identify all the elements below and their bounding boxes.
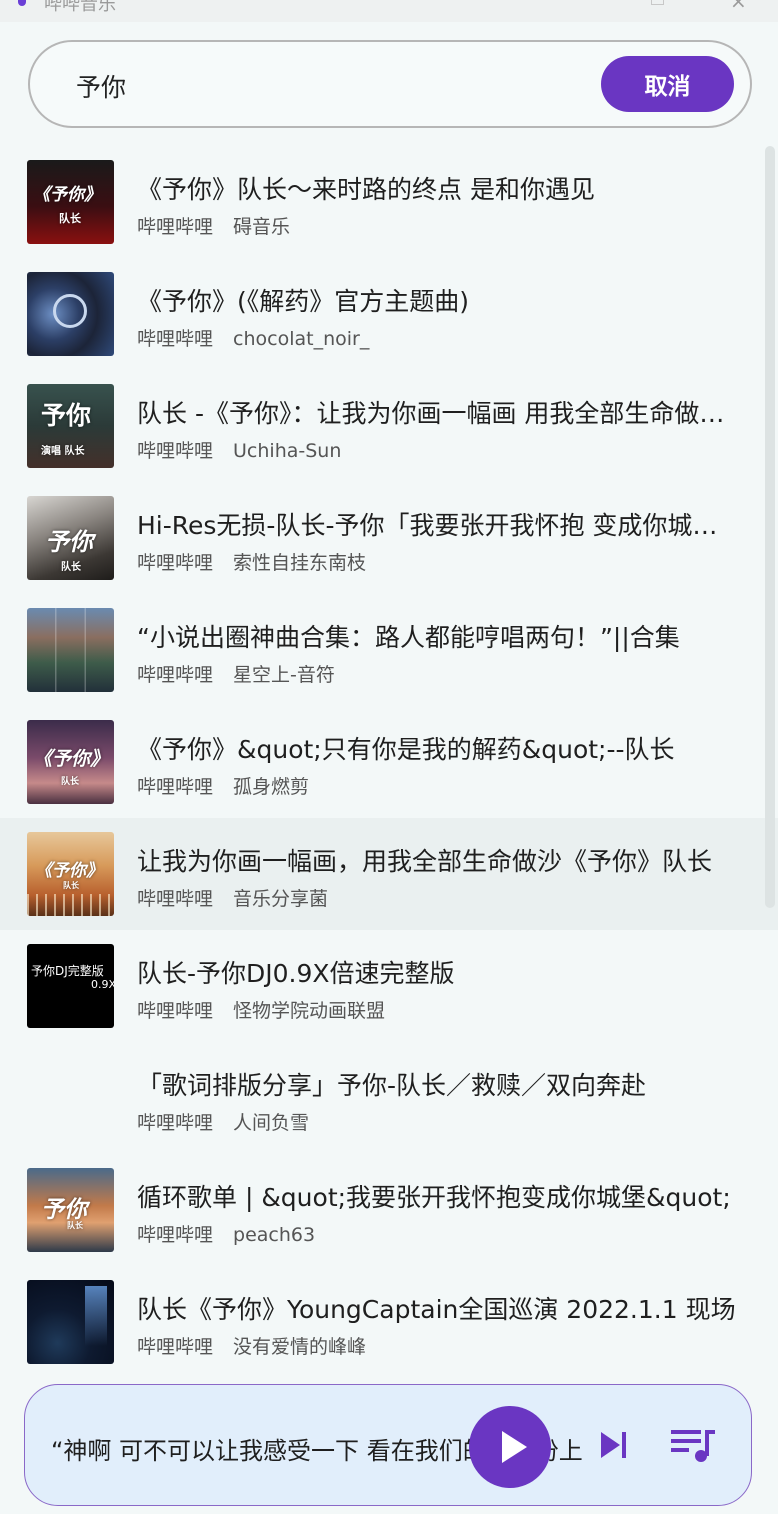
result-title: 让我为你画一幅画，用我全部生命做沙《予你》队长	[137, 847, 713, 876]
result-title: 《予你》&quot;只有你是我的解药&quot;--队长	[137, 735, 675, 764]
result-source: 哔哩哔哩	[137, 552, 214, 574]
result-cover	[27, 272, 114, 356]
result-source: 哔哩哔哩	[137, 440, 214, 462]
result-cover: 予你 演唱 队长	[27, 384, 114, 468]
result-cover: 予你 队长	[27, 496, 114, 580]
result-row[interactable]: 《予你》 队长 《予你》队长～来时路的终点 是和你遇见 哔哩哔哩 碍音乐	[0, 146, 778, 258]
search-input[interactable]: 予你	[76, 68, 126, 104]
result-meta: 哔哩哔哩 孤身燃剪	[137, 772, 309, 799]
result-meta: 哔哩哔哩 Uchiha-Sun	[137, 436, 341, 463]
result-row[interactable]: 「歌词排版分享」予你-队长／救赎／双向奔赴 哔哩哔哩 人间负雪	[0, 1042, 778, 1154]
result-cover: 予你 队长	[27, 1168, 114, 1252]
result-cover: 《予你》 队长	[27, 720, 114, 804]
app-logo-icon	[18, 0, 26, 6]
app-title: 哔哔音乐	[44, 0, 116, 15]
cover-subtext: 队长	[63, 880, 79, 890]
cover-text: 《予你》	[35, 861, 103, 881]
result-title: 循环歌单 | &quot;我要张开我怀抱变成你城堡&quot;	[137, 1183, 731, 1212]
result-cover-empty	[27, 1056, 114, 1140]
result-row[interactable]: 予你 演唱 队长 队长 -《予你》：让我为你画一幅画 用我全部生命做沙 你可以看…	[0, 370, 778, 482]
result-uploader: 怪物学院动画联盟	[233, 1000, 386, 1022]
result-meta: 哔哩哔哩 人间负雪	[137, 1108, 309, 1135]
cover-subtext: 0.9X	[91, 978, 114, 991]
result-source: 哔哩哔哩	[137, 888, 214, 910]
disc-graphic	[53, 294, 87, 328]
result-title: 队长《予你》YoungCaptain全国巡演 2022.1.1 现场	[137, 1295, 736, 1324]
result-source: 哔哩哔哩	[137, 328, 214, 350]
cover-subtext: 队长	[67, 1220, 83, 1230]
result-row[interactable]: “小说出圈神曲合集：路人都能哼唱两句！”||合集 哔哩哔哩 星空上-音符	[0, 594, 778, 706]
result-cover	[27, 1280, 114, 1364]
title-bar: 哔哔音乐 ×	[0, 0, 778, 22]
result-meta: 哔哩哔哩 索性自挂东南枝	[137, 548, 366, 575]
cover-subtext: 队长	[61, 777, 80, 787]
result-uploader: 人间负雪	[233, 1112, 310, 1134]
cover-text: 予你	[45, 527, 93, 556]
result-meta: 哔哩哔哩 星空上-音符	[137, 660, 335, 687]
result-cover: 予你DJ完整版 0.9X	[27, 944, 114, 1028]
search-results-list: 《予你》 队长 《予你》队长～来时路的终点 是和你遇见 哔哩哔哩 碍音乐 《予你》…	[0, 146, 778, 1378]
result-uploader: Uchiha-Sun	[233, 440, 342, 462]
result-source: 哔哩哔哩	[137, 1112, 214, 1134]
cover-text: 《予你》	[33, 748, 110, 770]
result-uploader: chocolat_noir_	[233, 328, 370, 350]
result-row[interactable]: 《予你》 队长 让我为你画一幅画，用我全部生命做沙《予你》队长 哔哩哔哩 音乐分享…	[0, 818, 778, 930]
result-meta: 哔哩哔哩 peach63	[137, 1220, 315, 1247]
maximize-icon[interactable]	[651, 0, 664, 5]
result-cover: 《予你》 队长	[27, 160, 114, 244]
result-title: Hi-Res无损-队长-予你「我要张开我怀抱 变成你城堡」	[137, 511, 737, 540]
playlist-icon[interactable]	[671, 1427, 717, 1465]
result-meta: 哔哩哔哩 怪物学院动画联盟	[137, 996, 385, 1023]
result-source: 哔哩哔哩	[137, 216, 214, 238]
scrollbar[interactable]	[765, 146, 775, 908]
cover-subtext: 队长	[61, 562, 81, 573]
result-title: 队长-予你DJ0.9X倍速完整版	[137, 959, 455, 988]
skip-next-icon[interactable]	[598, 1429, 630, 1461]
result-meta: 哔哩哔哩 碍音乐	[137, 212, 290, 239]
result-title: 队长 -《予你》：让我为你画一幅画 用我全部生命做沙 你可以看到我	[137, 399, 737, 428]
result-title: 「歌词排版分享」予你-队长／救赎／双向奔赴	[137, 1071, 647, 1100]
close-icon[interactable]: ×	[730, 0, 747, 13]
result-cover: 《予你》 队长	[27, 832, 114, 916]
result-row[interactable]: 予你 队长 循环歌单 | &quot;我要张开我怀抱变成你城堡&quot; 哔哩…	[0, 1154, 778, 1266]
cover-text: 予你	[41, 401, 92, 430]
result-cover	[27, 608, 114, 692]
result-uploader: 星空上-音符	[233, 664, 335, 686]
result-source: 哔哩哔哩	[137, 1000, 214, 1022]
result-row[interactable]: 《予你》(《解药》官方主题曲) 哔哩哔哩 chocolat_noir_	[0, 258, 778, 370]
search-bar[interactable]: 予你 取消	[28, 40, 752, 128]
result-title: 《予你》(《解药》官方主题曲)	[137, 287, 470, 316]
result-row[interactable]: 予你 队长 Hi-Res无损-队长-予你「我要张开我怀抱 变成你城堡」 哔哩哔哩…	[0, 482, 778, 594]
mini-player[interactable]: “神啊 可不可以让我感受一下 看在我们的爱的份上	[24, 1384, 752, 1506]
result-row[interactable]: 《予你》 队长 《予你》&quot;只有你是我的解药&quot;--队长 哔哩哔…	[0, 706, 778, 818]
result-meta: 哔哩哔哩 没有爱情的峰峰	[137, 1332, 366, 1359]
play-icon	[502, 1431, 527, 1463]
result-meta: 哔哩哔哩 chocolat_noir_	[137, 324, 369, 351]
result-row[interactable]: 队长《予你》YoungCaptain全国巡演 2022.1.1 现场 哔哩哔哩没…	[0, 1266, 778, 1378]
result-uploader: 没有爱情的峰峰	[233, 1336, 367, 1358]
result-source: 哔哩哔哩	[137, 1224, 214, 1246]
result-title: 《予你》队长～来时路的终点 是和你遇见	[137, 175, 595, 204]
result-source: 哔哩哔哩	[137, 1336, 214, 1358]
play-button[interactable]	[469, 1406, 551, 1488]
cover-subtext: 演唱 队长	[41, 446, 85, 457]
result-meta: 哔哩哔哩 音乐分享菌	[137, 884, 328, 911]
stage-light	[85, 1286, 107, 1346]
cover-text: 予你DJ完整版	[31, 964, 104, 978]
result-source: 哔哩哔哩	[137, 776, 214, 798]
result-uploader: 音乐分享菌	[233, 888, 329, 910]
result-uploader: 索性自挂东南枝	[233, 552, 367, 574]
cover-text: 《予你》	[33, 185, 101, 205]
cover-text: 予你	[41, 1196, 87, 1223]
result-uploader: 碍音乐	[233, 216, 291, 238]
result-uploader: 孤身燃剪	[233, 776, 310, 798]
result-uploader: peach63	[233, 1224, 316, 1246]
result-title: “小说出圈神曲合集：路人都能哼唱两句！”||合集	[137, 623, 680, 652]
cancel-button[interactable]: 取消	[601, 56, 734, 112]
cover-subtext: 队长	[59, 212, 81, 225]
result-source: 哔哩哔哩	[137, 664, 214, 686]
result-row[interactable]: 予你DJ完整版 0.9X 队长-予你DJ0.9X倍速完整版 哔哩哔哩 怪物学院动画…	[0, 930, 778, 1042]
